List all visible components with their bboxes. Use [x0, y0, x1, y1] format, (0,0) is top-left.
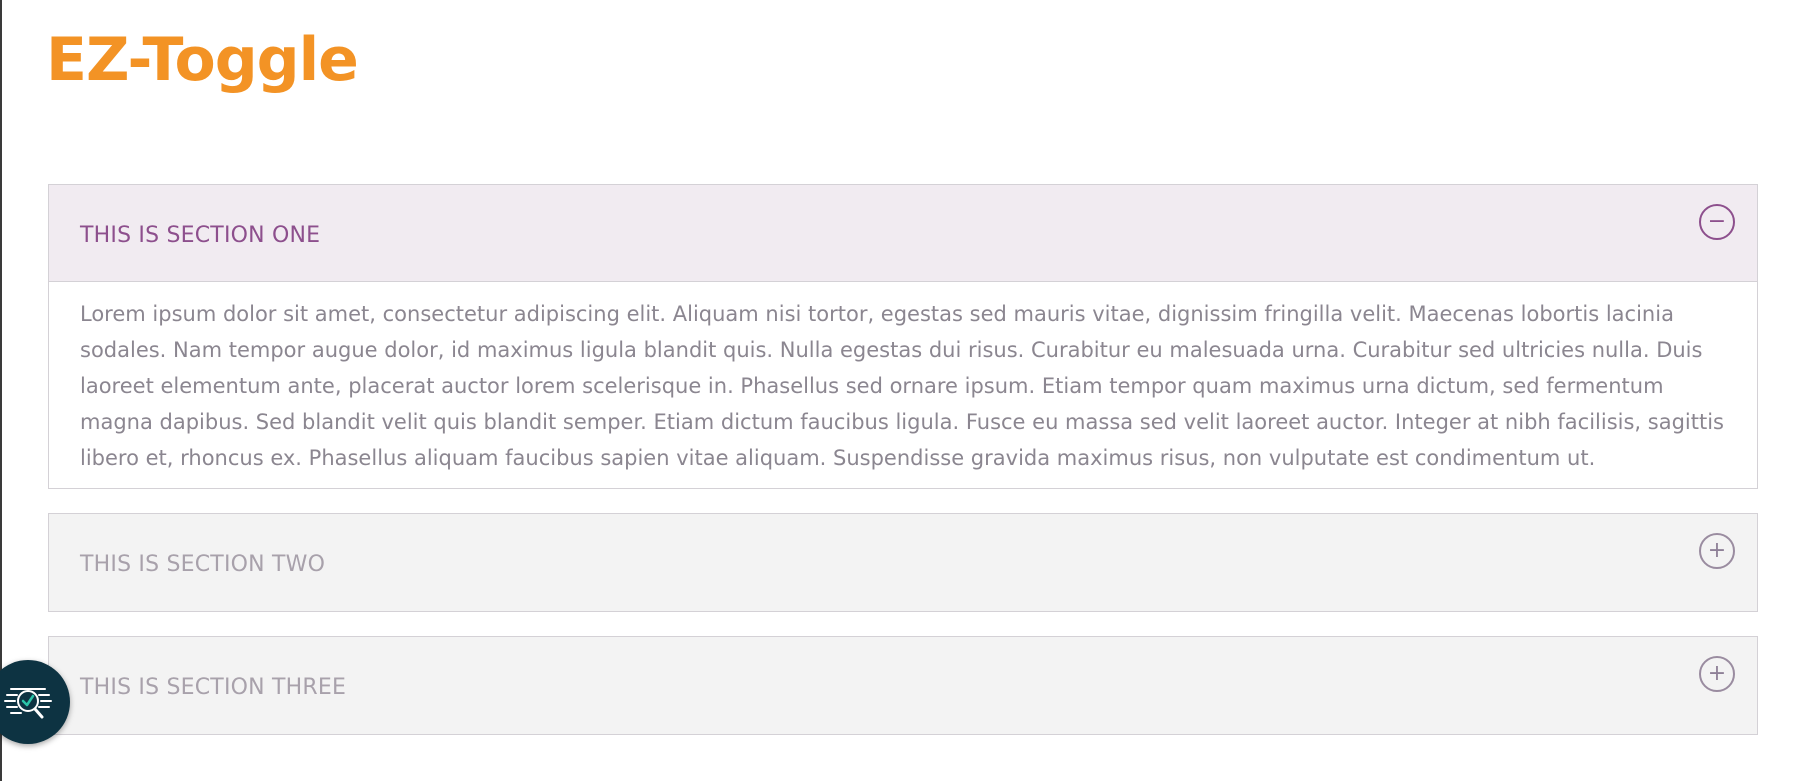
accordion-section-three: THIS IS SECTION THREE +: [48, 636, 1758, 735]
section-three-title: THIS IS SECTION THREE: [80, 675, 347, 700]
page: EZ-Toggle THIS IS SECTION ONE − Lorem ip…: [0, 0, 1796, 781]
section-one-content: Lorem ipsum dolor sit amet, consectetur …: [49, 282, 1757, 488]
section-three-header[interactable]: THIS IS SECTION THREE +: [49, 637, 1757, 734]
accordion: THIS IS SECTION ONE − Lorem ipsum dolor …: [48, 184, 1758, 759]
minus-circle-icon[interactable]: −: [1699, 204, 1735, 240]
section-two-title: THIS IS SECTION TWO: [80, 552, 326, 577]
plus-circle-icon[interactable]: +: [1699, 656, 1735, 692]
section-one-header[interactable]: THIS IS SECTION ONE −: [49, 185, 1757, 282]
section-one-title: THIS IS SECTION ONE: [80, 222, 321, 248]
accordion-section-one: THIS IS SECTION ONE − Lorem ipsum dolor …: [48, 184, 1758, 489]
accordion-section-two: THIS IS SECTION TWO +: [48, 513, 1758, 612]
accessibility-check-icon: [4, 688, 52, 719]
page-title: EZ-Toggle: [46, 25, 359, 95]
section-two-header[interactable]: THIS IS SECTION TWO +: [49, 514, 1757, 611]
plus-circle-icon[interactable]: +: [1699, 533, 1735, 569]
